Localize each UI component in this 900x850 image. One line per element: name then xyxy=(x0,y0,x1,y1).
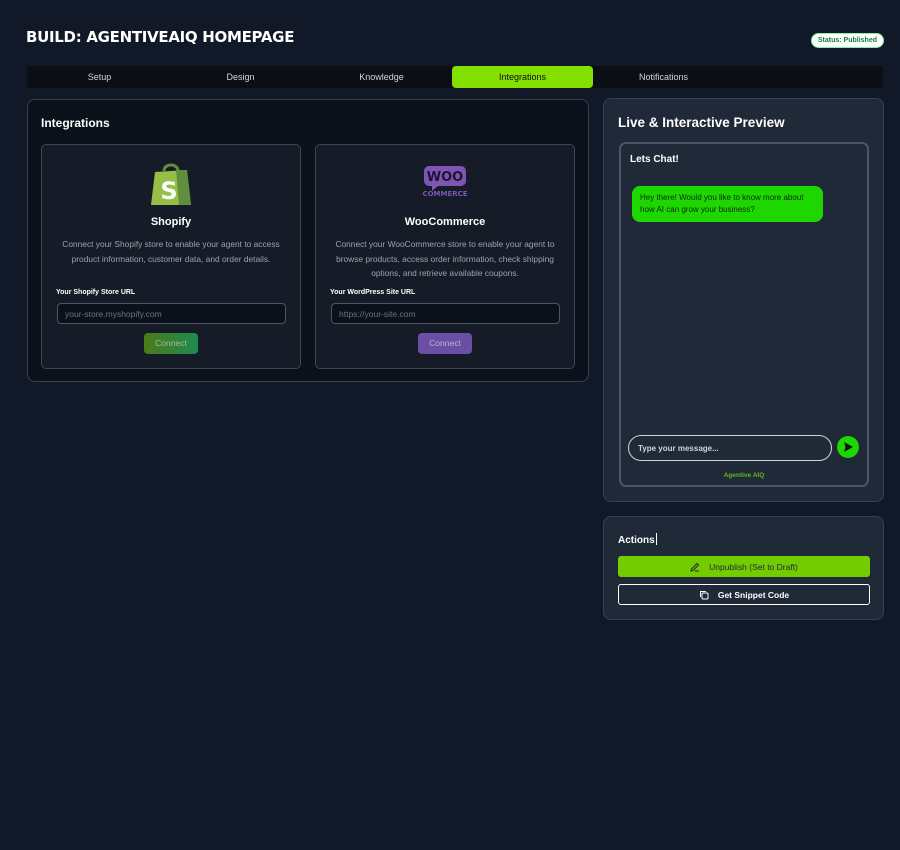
tab-bar: Setup Design Knowledge Integrations Noti… xyxy=(27,66,883,88)
unpublish-button[interactable]: Unpublish (Set to Draft) xyxy=(618,556,870,577)
chat-title: Lets Chat! xyxy=(630,154,679,165)
chat-window: Lets Chat! Hey there! Would you like to … xyxy=(619,142,869,487)
tab-integrations[interactable]: Integrations xyxy=(452,66,593,88)
woocommerce-url-input[interactable] xyxy=(331,303,560,324)
shopify-description: Connect your Shopify store to enable you… xyxy=(62,239,280,264)
shopify-bag-icon: S xyxy=(149,159,193,212)
tab-knowledge[interactable]: Knowledge xyxy=(311,66,452,88)
woocommerce-card: WOO COMMERCE WooCommerce Connect your Wo… xyxy=(315,144,575,369)
shopify-connect-button[interactable]: Connect xyxy=(144,333,198,354)
integrations-heading: Integrations xyxy=(41,116,110,130)
shopify-url-input[interactable] xyxy=(57,303,286,324)
tab-notifications[interactable]: Notifications xyxy=(593,66,734,88)
status-badge: Status: Published xyxy=(810,33,884,48)
woocommerce-url-label: Your WordPress Site URL xyxy=(330,289,416,296)
integrations-panel: Integrations S Shopify Connect your Shop… xyxy=(27,99,589,382)
shopify-title: Shopify xyxy=(150,216,192,228)
bot-message: Hey there! Would you like to know more a… xyxy=(632,186,823,222)
tab-design[interactable]: Design xyxy=(170,66,311,88)
copy-icon xyxy=(699,590,709,600)
actions-heading: Actions xyxy=(618,533,657,546)
preview-panel: Live & Interactive Preview Lets Chat! He… xyxy=(603,98,884,502)
chat-message-input[interactable] xyxy=(628,435,832,461)
svg-text:COMMERCE: COMMERCE xyxy=(422,190,467,198)
actions-panel: Actions Unpublish (Set to Draft) Get Sni… xyxy=(603,516,884,620)
unpublish-label: Unpublish (Set to Draft) xyxy=(709,561,798,572)
preview-heading: Live & Interactive Preview xyxy=(618,115,785,130)
svg-text:S: S xyxy=(160,177,177,205)
woocommerce-description: Connect your WooCommerce store to enable… xyxy=(335,239,555,278)
svg-text:WOO: WOO xyxy=(427,170,463,185)
shopify-url-label: Your Shopify Store URL xyxy=(56,289,136,296)
woocommerce-connect-button[interactable]: Connect xyxy=(418,333,472,354)
woocommerce-logo-icon: WOO COMMERCE xyxy=(420,165,470,204)
page-title: BUILD: AGENTIVEAIQ HOMEPAGE xyxy=(26,28,295,46)
woocommerce-title: WooCommerce xyxy=(404,216,486,228)
pencil-icon xyxy=(690,562,700,572)
get-snippet-button[interactable]: Get Snippet Code xyxy=(618,584,870,605)
brand-footer: Agentive AIQ xyxy=(723,472,765,479)
shopify-card: S Shopify Connect your Shopify store to … xyxy=(41,144,301,369)
get-snippet-label: Get Snippet Code xyxy=(717,589,790,600)
send-button[interactable] xyxy=(837,436,859,458)
send-icon xyxy=(842,441,854,453)
tab-setup[interactable]: Setup xyxy=(29,66,170,88)
